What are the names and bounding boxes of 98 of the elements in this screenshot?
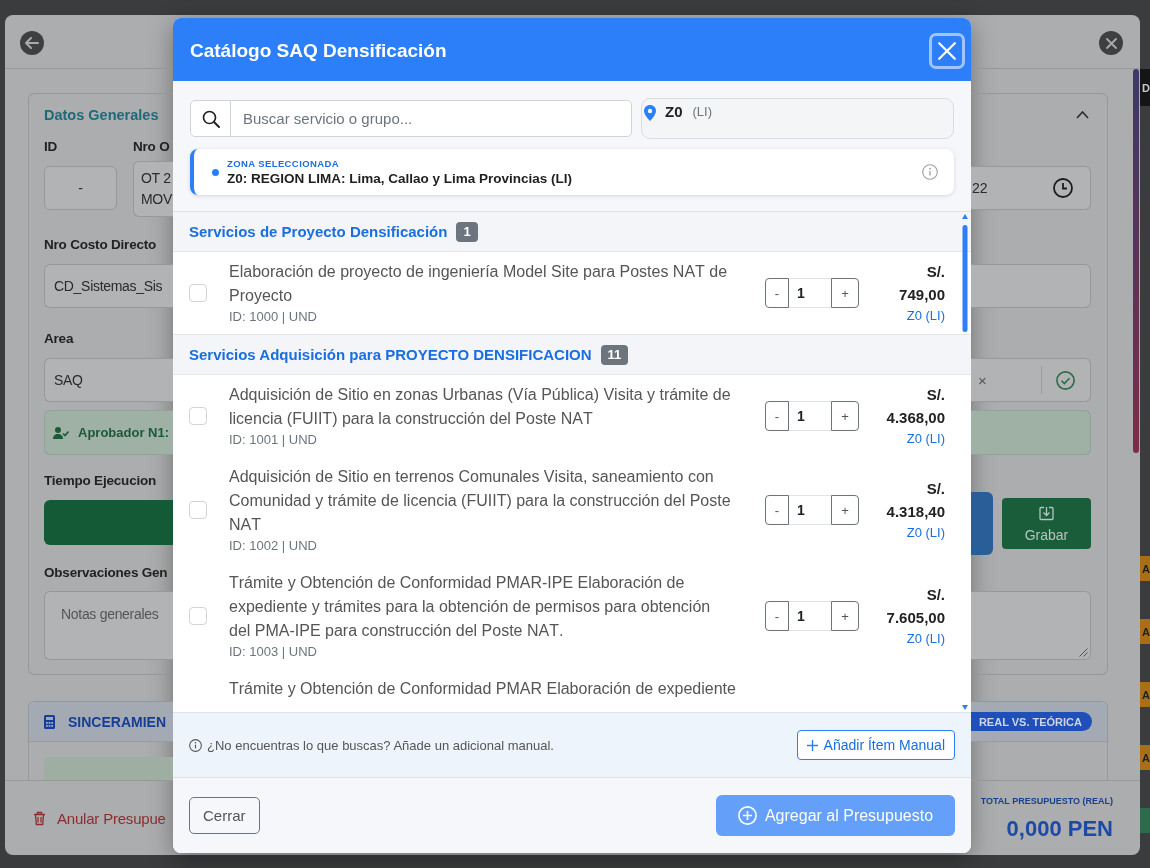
item-price: S/. 4.318,40 xyxy=(885,479,945,522)
calculator-icon xyxy=(44,714,55,729)
zone-label: Z0 (LI) xyxy=(906,307,945,325)
quantity-field[interactable]: 1 xyxy=(789,401,831,431)
item-description: Adquisición de Sitio en zonas Urbanas (Vía Pública) Visita y trámite de licencia (FUIIT) para la construcción del Poste NAT xyxy=(229,385,732,429)
total-label: TOTAL PRESUPUESTO (REAL) xyxy=(980,795,1113,807)
info-icon[interactable] xyxy=(922,164,938,180)
zone-label: Z0 (LI) xyxy=(906,630,945,648)
decrease-button[interactable]: - xyxy=(765,601,789,631)
item-price: S/. 7.605,00 xyxy=(885,585,945,628)
header-label: D xyxy=(1140,69,1150,106)
check-circle-icon xyxy=(1056,370,1075,390)
close-dialog-button[interactable]: Cerrar xyxy=(189,797,260,834)
increase-button[interactable]: + xyxy=(831,601,859,631)
back-button[interactable] xyxy=(20,31,44,55)
field-label: ID xyxy=(44,138,59,156)
clock-icon xyxy=(1053,178,1073,198)
field-label: Nro Costo Directo xyxy=(44,236,158,254)
close-button[interactable] xyxy=(1099,31,1123,55)
zone-caption: ZONA SELECCIONADA xyxy=(227,157,340,170)
cost-field[interactable]: CD_Sistemas_Sis xyxy=(44,264,173,308)
zone-name: Z0: REGION LIMA: Lima, Callao y Lima Provincias (LI) xyxy=(227,169,573,187)
item-description: Trámite y Obtención de Conformidad PMAR-IPE Elaboración de expediente y trámites para la obtención de permisos para obtención del PMA-IPE para construcción del Poste NAT. xyxy=(229,573,712,641)
field-label: Nro O xyxy=(133,138,171,156)
area-field[interactable]: × xyxy=(971,358,1091,402)
dot-icon xyxy=(212,168,219,176)
search-icon xyxy=(201,109,220,128)
order-field[interactable]: OT 2 MOV xyxy=(133,161,173,217)
add-manual-button[interactable]: Añadir Ítem Manual xyxy=(796,730,955,760)
item-meta: ID: 1003 | UND xyxy=(229,643,318,661)
section-title: SINCERAMIEN xyxy=(68,713,166,730)
status-badge: A xyxy=(1140,682,1150,707)
notes-field[interactable]: Notas generales xyxy=(44,591,173,660)
item-price: S/. 749,00 xyxy=(898,262,945,305)
group-title: Servicios de Proyecto Densificación xyxy=(189,223,448,240)
decrease-button[interactable]: - xyxy=(765,495,789,525)
group-title: Servicios Adquisición para PROYECTO DENSIFICACION xyxy=(189,346,592,363)
field-label: Observaciones Gen xyxy=(44,564,169,582)
modal-title: Catálogo SAQ Densificación xyxy=(190,39,447,62)
checkbox[interactable] xyxy=(189,284,207,302)
increase-button[interactable]: + xyxy=(831,401,859,431)
search-field[interactable]: Buscar servicio o grupo... xyxy=(190,100,632,137)
trash-icon xyxy=(33,810,46,826)
text-field[interactable] xyxy=(971,264,1091,308)
decrease-button[interactable]: - xyxy=(765,278,789,308)
status-badge: A xyxy=(1140,556,1150,581)
area-field[interactable]: SAQ xyxy=(44,358,173,402)
cancel-budget-button[interactable]: Anular Presupue xyxy=(33,809,166,827)
quantity-field[interactable]: 1 xyxy=(789,601,831,631)
item-description: Trámite y Obtención de Conformidad PMAR Elaboración de expediente xyxy=(229,679,733,699)
item-description: Adquisición de Sitio en terrenos Comunales Visita, saneamiento con Comunidad y trámite de licencia (FUIIT) para la construcción del Poste NAT xyxy=(229,467,732,535)
item-description: Elaboración de proyecto de ingeniería Model Site para Postes NAT de Proyecto xyxy=(229,262,729,306)
primary-button[interactable] xyxy=(971,492,993,555)
close-icon xyxy=(938,41,956,60)
chevron-up-icon[interactable] xyxy=(1076,111,1089,119)
download-icon xyxy=(1039,506,1054,521)
approver-text: Aprobador N1: xyxy=(78,425,169,440)
quantity-field[interactable]: 1 xyxy=(789,278,831,308)
status-badge: A xyxy=(1140,619,1150,644)
scrollbar-thumb[interactable] xyxy=(1133,69,1139,453)
notes-field[interactable] xyxy=(971,591,1091,660)
item-meta: ID: 1002 | UND xyxy=(229,537,318,555)
zone-label: Z0 (LI) xyxy=(906,430,945,448)
item-price: S/. 4.368,00 xyxy=(885,385,945,428)
section-title: Datos Generales xyxy=(44,106,160,125)
plus-circle-icon xyxy=(737,806,757,825)
field-label: Tiempo Ejecucion xyxy=(44,472,158,490)
quantity-field[interactable]: 1 xyxy=(789,495,831,525)
map-pin-icon xyxy=(644,105,656,121)
field-label: Area xyxy=(44,330,75,348)
total-amount: 0,000 PEN xyxy=(1006,816,1113,842)
user-check-icon xyxy=(53,426,69,439)
checkbox[interactable] xyxy=(189,501,207,519)
help-text: ¿No encuentras lo que buscas? Añade un adicional manual. xyxy=(207,737,554,753)
resize-handle-icon[interactable] xyxy=(1079,648,1088,657)
item-meta: ID: 1001 | UND xyxy=(229,431,318,449)
clear-button[interactable]: × xyxy=(971,371,987,389)
close-icon xyxy=(1105,37,1117,49)
count-badge: 1 xyxy=(456,221,478,242)
id-field[interactable]: - xyxy=(44,166,117,210)
zone-label: Z0 (LI) xyxy=(906,524,945,542)
status-badge: A xyxy=(1140,745,1150,770)
info-icon xyxy=(189,738,202,752)
arrow-left-icon xyxy=(25,37,39,49)
item-meta: ID: 1000 | UND xyxy=(229,308,318,326)
zone-select[interactable]: Z0 (LI) xyxy=(641,98,954,139)
increase-button[interactable]: + xyxy=(831,495,859,525)
checkbox[interactable] xyxy=(189,407,207,425)
comparison-badge: REAL VS. TEÓRICA xyxy=(971,712,1092,731)
decrease-button[interactable]: - xyxy=(765,401,789,431)
count-badge: 11 xyxy=(600,344,629,365)
save-button[interactable]: Grabar xyxy=(1002,498,1091,549)
checkbox[interactable] xyxy=(189,607,207,625)
scrollbar[interactable] xyxy=(961,212,969,712)
time-field[interactable]: 22 xyxy=(971,166,1091,210)
plus-icon xyxy=(806,739,818,751)
increase-button[interactable]: + xyxy=(831,278,859,308)
close-button[interactable] xyxy=(929,32,965,69)
